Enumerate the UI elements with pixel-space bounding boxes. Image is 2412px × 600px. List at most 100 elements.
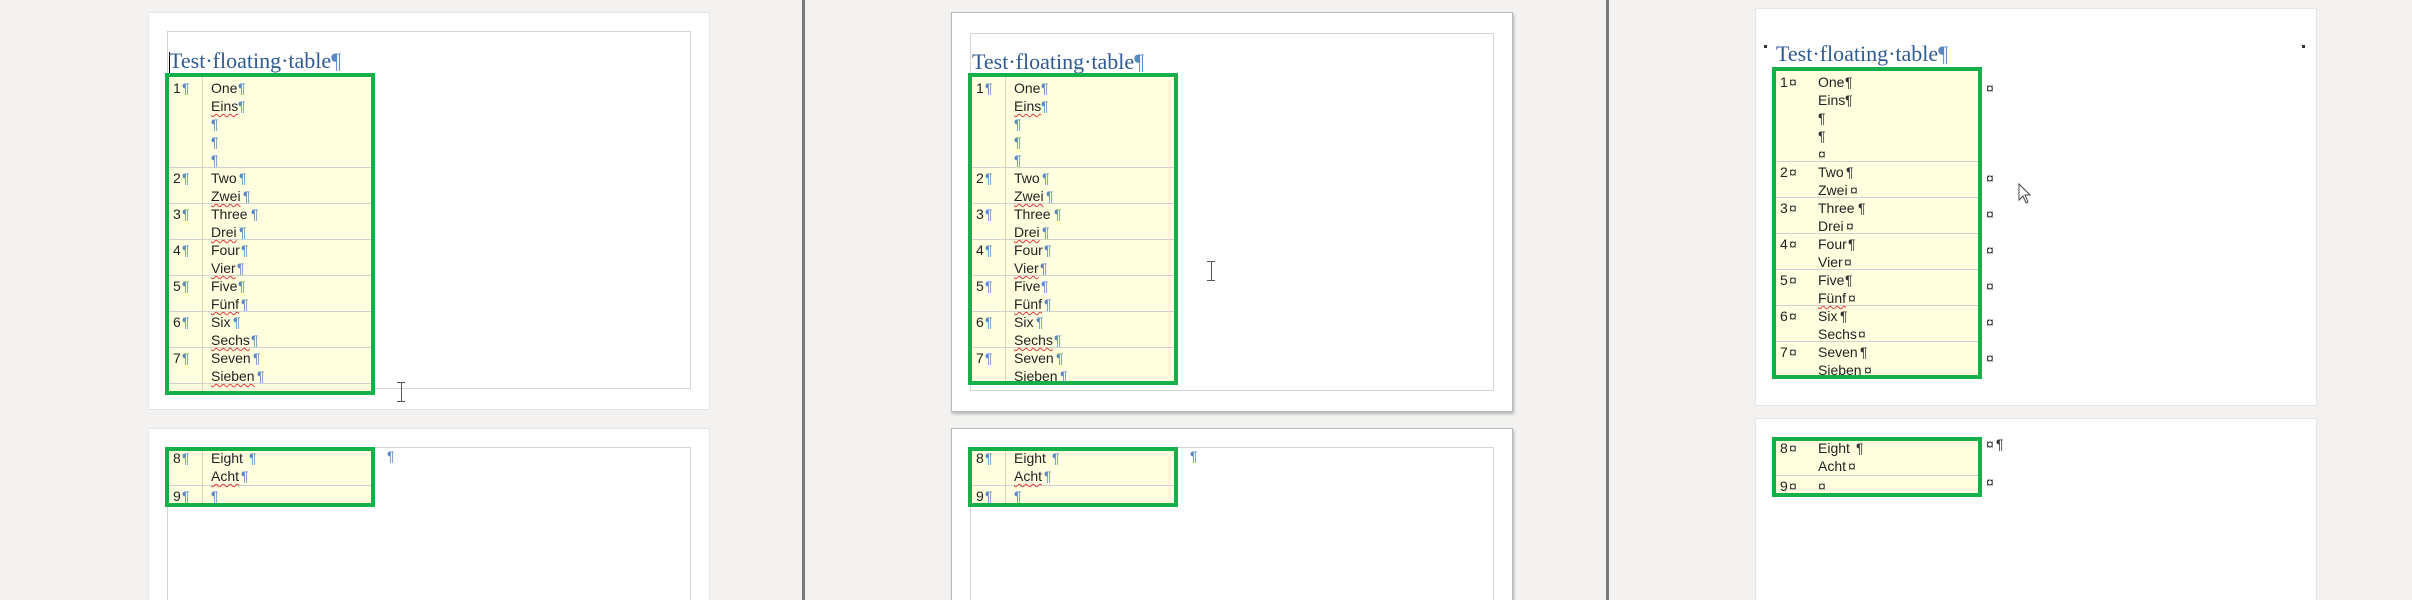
cell-text-en: One: [1014, 80, 1041, 96]
row-end-mark: ¤: [1986, 314, 1994, 330]
cell-text-de: Sieben: [1014, 368, 1058, 384]
cell-text-en: Three: [1014, 206, 1051, 222]
row-number: 5: [976, 278, 984, 294]
cell-text-en: Five: [1818, 272, 1845, 288]
cell-text-de: Acht: [1818, 458, 1847, 474]
floating-table-continued[interactable]: 8 ¶ Eight ¶ Acht ¶ 9 ¶ ¶: [165, 447, 375, 507]
row-number: 7: [976, 350, 984, 366]
paragraph-mark: ¶: [387, 448, 395, 464]
mouse-pointer-icon: [2018, 183, 2032, 204]
row-number: 4: [173, 242, 181, 258]
paragraph-mark: ¶: [1190, 448, 1198, 464]
cell-text-de: Sieben: [1818, 362, 1862, 378]
cell-text-en: Four: [211, 242, 240, 258]
cell-text-en: Seven: [211, 350, 251, 366]
cell-text-de: Eins: [211, 98, 239, 114]
row-number: 9: [976, 488, 984, 504]
row-end-mark: ¤: [1986, 474, 1994, 490]
cell-text-de: Acht: [1014, 468, 1043, 484]
cell-text-en: Two: [1014, 170, 1040, 186]
cell-text-de: Vier: [1014, 260, 1039, 276]
cell-text-en: Two: [211, 170, 237, 186]
row-number: 7: [173, 350, 181, 366]
cell-text-de: Zwei: [1818, 182, 1848, 198]
cell-text-en: One: [211, 80, 238, 96]
row-number: 1: [173, 80, 181, 96]
page-2[interactable]: 8 ¶ Eight ¶ Acht ¶ 9 ¶ ¶ ¶: [951, 428, 1513, 600]
cell-text-en: Eight: [1014, 450, 1046, 466]
cell-text-de: Fünf: [211, 296, 240, 312]
floating-table-continued[interactable]: 8 ¶ Eight ¶ Acht ¶ 9 ¶ ¶: [968, 447, 1178, 507]
cell-text-de: Sechs: [1818, 326, 1857, 342]
row-number: 8: [976, 450, 984, 466]
page-2[interactable]: 8 ¤ Eight ¶ Acht ¤ 9 ¤ ¤ ¤ ¶ ¤: [1755, 418, 2317, 600]
row-number: 3: [1780, 200, 1788, 216]
row-number: 3: [173, 206, 181, 222]
row-number: 9: [173, 488, 181, 504]
row-end-mark: ¤: [1986, 242, 1994, 258]
cell-text-en: Five: [211, 278, 238, 294]
page-1[interactable]: Test·floating·table¶ 1 ¶ One ¶ Eins ¶ ¶ ¶ ¶…: [148, 12, 710, 410]
row-number: 1: [976, 80, 984, 96]
cell-text-en: Two: [1818, 164, 1844, 180]
row-number: 6: [173, 314, 181, 330]
floating-table[interactable]: 1 ¶ One ¶ Eins ¶ ¶ ¶ ¶ 2 ¶ Two ¶ Zwei ¶ 3 ¶ Thr…: [968, 73, 1178, 385]
panel-right: Test·floating·table¶ 1 ¤ One ¶ Eins ¶ ¶ ¶ ¤…: [1609, 0, 2412, 600]
cell-text-de: Sieben: [211, 368, 255, 384]
row-end-mark: ¤: [1986, 436, 1994, 452]
cell-text-de: Vier: [211, 260, 236, 276]
cell-text-en: Seven: [1014, 350, 1054, 366]
cell-text-en: Seven: [1818, 344, 1858, 360]
row-number: 1: [1780, 74, 1788, 90]
cell-text-de: Vier: [1818, 254, 1843, 270]
cell-text-de: Drei: [211, 224, 237, 240]
page-2[interactable]: 8 ¶ Eight ¶ Acht ¶ 9 ¶ ¶ ¶: [148, 428, 710, 600]
cell-text-de: Drei: [1014, 224, 1040, 240]
cell-text-de: Zwei: [1014, 188, 1044, 204]
cell-text-de: Acht: [211, 468, 240, 484]
row-end-mark: ¤: [1986, 278, 1994, 294]
row-number: 7: [1780, 344, 1788, 360]
cell-text-en: Six: [211, 314, 231, 330]
page-1[interactable]: Test·floating·table¶ 1 ¤ One ¶ Eins ¶ ¶ ¶ ¤…: [1755, 8, 2317, 406]
floating-table-continued[interactable]: 8 ¤ Eight ¶ Acht ¤ 9 ¤ ¤: [1772, 437, 1982, 497]
panel-left: Test·floating·table¶ 1 ¶ One ¶ Eins ¶ ¶ ¶ ¶…: [0, 0, 802, 600]
cell-text-en: Four: [1014, 242, 1043, 258]
page-title[interactable]: Test·floating·table¶: [1776, 42, 1948, 66]
cell-text-de: Zwei: [211, 188, 241, 204]
row-number: 8: [173, 450, 181, 466]
row-number: 9: [1780, 478, 1788, 494]
page-title[interactable]: Test·floating·table¶: [169, 49, 341, 73]
row-number: 6: [1780, 308, 1788, 324]
cell-text-en: One: [1818, 74, 1845, 90]
cell-text-de: Sechs: [211, 332, 250, 348]
ibeam-cursor: [396, 382, 406, 402]
paragraph-mark: ¶: [1996, 436, 2004, 452]
page-1[interactable]: Test·floating·table¶ 1 ¶ One ¶ Eins ¶ ¶ ¶ ¶…: [951, 12, 1513, 412]
row-end-mark: ¤: [1986, 80, 1994, 96]
row-number: 6: [976, 314, 984, 330]
cell-text-en: Three: [211, 206, 248, 222]
cell-text-en: Three: [1818, 200, 1855, 216]
cell-text-en: Six: [1818, 308, 1838, 324]
cell-text-en: Four: [1818, 236, 1847, 252]
floating-table[interactable]: 1 ¤ One ¶ Eins ¶ ¶ ¶ ¤ 2 ¤ Two ¶ Zwei ¤ 3 ¤ Thr…: [1772, 67, 1982, 379]
row-number: 3: [976, 206, 984, 222]
corner-mark: [2302, 45, 2305, 48]
row-end-mark: ¤: [1986, 170, 1994, 186]
corner-mark: [1764, 45, 1767, 48]
row-number: 4: [976, 242, 984, 258]
cell-text-de: Eins: [1818, 92, 1846, 108]
floating-table[interactable]: 1 ¶ One ¶ Eins ¶ ¶ ¶ ¶ 2 ¶ Two ¶ Zwei ¶ 3 ¶ Thr…: [165, 73, 375, 395]
cell-text-de: Sechs: [1014, 332, 1053, 348]
cell-text-de: Fünf: [1014, 296, 1043, 312]
panel-middle: Test·floating·table¶ 1 ¶ One ¶ Eins ¶ ¶ ¶ ¶…: [805, 0, 1606, 600]
row-number: 2: [173, 170, 181, 186]
cell-text-de: Drei: [1818, 218, 1844, 234]
row-end-mark: ¤: [1986, 206, 1994, 222]
row-number: 5: [173, 278, 181, 294]
ibeam-cursor: [1206, 261, 1216, 281]
page-title[interactable]: Test·floating·table¶: [972, 50, 1144, 74]
cell-text-en: Eight: [211, 450, 243, 466]
row-end-mark: ¤: [1986, 350, 1994, 366]
